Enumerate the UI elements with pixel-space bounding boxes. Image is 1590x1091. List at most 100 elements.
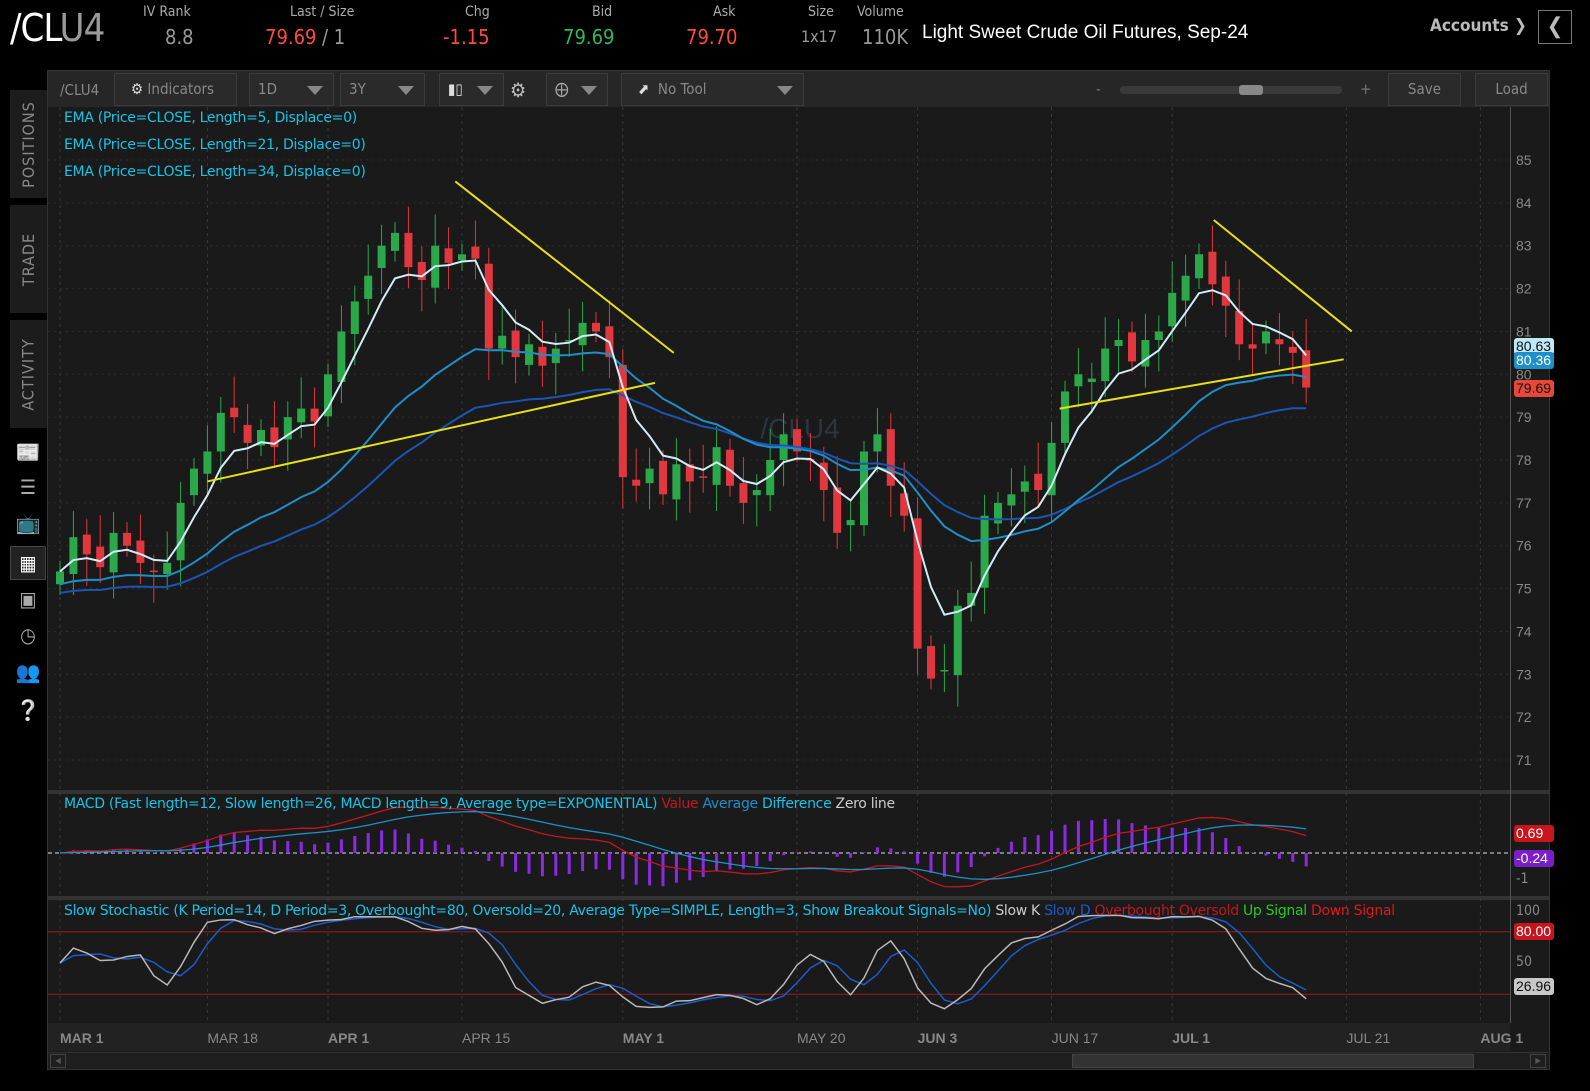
macd-histogram-bar [809, 851, 812, 853]
candle [217, 413, 225, 452]
candle [954, 606, 962, 675]
macd-histogram-bar [1238, 846, 1241, 853]
candle [177, 503, 185, 560]
price-axis-label: 78 [1516, 452, 1532, 468]
candle [538, 347, 546, 366]
candle [485, 264, 493, 349]
macd-histogram-bar [1278, 853, 1281, 859]
macd-legend[interactable]: MACD (Fast length=12, Slow length=26, MA… [64, 796, 895, 812]
time-axis-label: AUG 1 [1480, 1030, 1523, 1046]
ema5-legend[interactable]: EMA (Price=CLOSE, Length=5, Displace=0) [64, 110, 357, 126]
ema34-legend[interactable]: EMA (Price=CLOSE, Length=34, Displace=0) [64, 164, 366, 180]
candle [1235, 311, 1243, 344]
candle [1155, 331, 1163, 340]
time-axis-label: JUN 3 [918, 1030, 958, 1046]
macd-histogram-bar [997, 848, 1000, 853]
candle [230, 408, 238, 417]
candle [1128, 332, 1136, 361]
macd-histogram-bar [528, 853, 531, 874]
candle [847, 520, 855, 525]
candle [940, 670, 948, 672]
candle [1262, 331, 1270, 343]
macd-histogram-bar [487, 853, 490, 861]
price-axis-label: 73 [1516, 666, 1532, 682]
candle [96, 547, 104, 568]
candle [994, 503, 1002, 524]
candle [632, 480, 640, 486]
candle [1074, 374, 1082, 386]
candle [297, 409, 305, 423]
macd-histogram-bar [1305, 853, 1308, 867]
slow-d-line [60, 915, 1306, 1006]
candle [56, 571, 64, 584]
macd-histogram-bar [1251, 852, 1254, 853]
macd-histogram-bar [541, 853, 544, 876]
macd-histogram-bar [1050, 831, 1053, 853]
macd-histogram-bar [1211, 832, 1214, 853]
candle [1034, 474, 1042, 490]
candle [833, 487, 841, 532]
macd-histogram-bar [581, 853, 584, 871]
price-axis-label: 79 [1516, 409, 1532, 425]
time-axis-label: JUL 1 [1172, 1030, 1210, 1046]
macd-histogram-bar [1010, 842, 1013, 853]
candle [203, 451, 211, 473]
macd-histogram-bar [514, 853, 517, 872]
macd-histogram-bar [755, 853, 758, 866]
macd-histogram-bar [353, 836, 356, 853]
candle [1302, 350, 1310, 387]
price-axis-label: 85 [1516, 152, 1532, 168]
macd-histogram-bar [608, 853, 611, 870]
candle [69, 537, 77, 574]
candle [1061, 391, 1069, 442]
candle [659, 461, 667, 494]
macd-histogram-bar [474, 851, 477, 853]
candle [1275, 339, 1283, 344]
candle [753, 490, 761, 495]
macd-histogram-bar [1265, 853, 1268, 856]
candle [244, 425, 252, 443]
macd-histogram-bar [434, 841, 437, 853]
macd-histogram-bar [554, 853, 557, 876]
candle [1088, 379, 1096, 382]
macd-axis-label: -1 [1516, 871, 1529, 887]
stochastic-legend[interactable]: Slow Stochastic (K Period=14, D Period=3… [64, 903, 1464, 919]
time-axis-label: JUL 21 [1346, 1030, 1390, 1046]
macd-histogram-bar [219, 834, 222, 853]
candle [1182, 276, 1190, 301]
macd-histogram-bar [1117, 819, 1120, 853]
trendline [1214, 220, 1352, 331]
macd-histogram-bar [420, 839, 423, 853]
time-axis-label: APR 15 [462, 1030, 510, 1046]
macd-histogram-bar [367, 833, 370, 853]
macd-histogram-bar [1198, 828, 1201, 853]
macd-histogram-bar [836, 853, 839, 857]
candle [592, 323, 600, 332]
macd-histogram-bar [782, 853, 785, 855]
candle [699, 476, 707, 478]
macd-histogram-bar [956, 853, 959, 872]
ema34-line [60, 389, 1306, 593]
price-axis-label: 74 [1516, 623, 1532, 639]
price-axis-label: 75 [1516, 581, 1532, 597]
candle [672, 464, 680, 499]
macd-histogram-bar [849, 853, 852, 858]
macd-histogram-bar [863, 852, 866, 853]
price-axis-label: 76 [1516, 538, 1532, 554]
ema21-legend[interactable]: EMA (Price=CLOSE, Length=21, Displace=0) [64, 137, 366, 153]
stoch-axis-label: 50 [1516, 954, 1532, 970]
candle [163, 563, 171, 574]
macd-histogram-bar [286, 841, 289, 853]
candle [1007, 494, 1015, 505]
time-axis-label: APR 1 [328, 1030, 369, 1046]
candle [1115, 340, 1123, 346]
candle [123, 533, 131, 546]
macd-histogram-bar [889, 848, 892, 853]
macd-histogram-bar [876, 847, 879, 853]
ema21-line [60, 349, 1306, 584]
macd-histogram-bar [1291, 853, 1294, 862]
candle [1222, 277, 1230, 306]
stoch-axis-label: 100 [1516, 903, 1540, 919]
time-axis-label: JUN 17 [1052, 1030, 1099, 1046]
time-axis-label: MAY 1 [623, 1030, 664, 1046]
